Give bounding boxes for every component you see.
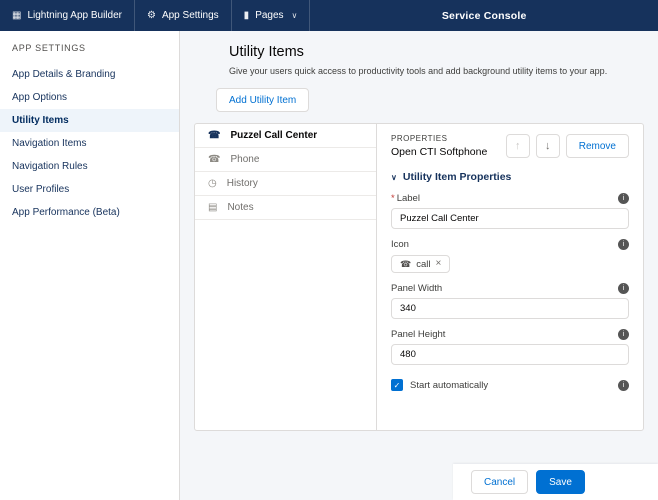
app-settings-sidebar: APP SETTINGS App Details & Branding App … xyxy=(0,31,180,500)
utility-items-title: Utility Items xyxy=(229,44,648,60)
sidebar-item-navigation-rules[interactable]: Navigation Rules xyxy=(0,155,179,178)
nav-app-settings[interactable]: ⚙ App Settings xyxy=(135,0,232,31)
sidebar-item-app-details-branding[interactable]: App Details & Branding xyxy=(0,63,179,86)
info-icon[interactable]: i xyxy=(618,283,629,294)
utility-item-list: ☎ Puzzel Call Center ☎ Phone ◷ History ▤… xyxy=(195,124,377,430)
panel-height-label-row: Panel Height i xyxy=(391,329,629,340)
gear-icon: ⚙ xyxy=(147,11,156,21)
start-automatically-checkbox[interactable]: ✓ xyxy=(391,379,403,391)
panel-height-input[interactable] xyxy=(391,344,629,365)
section-title: Utility Item Properties xyxy=(403,171,512,183)
icon-field-label: Icon xyxy=(391,239,409,250)
label-field-label-row: * Label i xyxy=(391,193,629,204)
arrow-up-icon: ↑ xyxy=(515,140,521,152)
sidebar-item-navigation-items[interactable]: Navigation Items xyxy=(0,132,179,155)
icon-field-label-row: Icon i xyxy=(391,239,629,250)
remove-button[interactable]: Remove xyxy=(566,134,629,158)
info-icon[interactable]: i xyxy=(618,380,629,391)
app-builder-home[interactable]: ▦ Lightning App Builder xyxy=(0,0,135,31)
sidebar-item-user-profiles[interactable]: User Profiles xyxy=(0,178,179,201)
sidebar-item-app-performance[interactable]: App Performance (Beta) xyxy=(0,201,179,224)
start-automatically-label: Start automatically xyxy=(410,380,488,391)
panel-width-input[interactable] xyxy=(391,298,629,319)
chevron-down-icon: ∨ xyxy=(391,173,397,182)
nav-app-settings-label: App Settings xyxy=(162,10,219,21)
top-navbar: ▦ Lightning App Builder ⚙ App Settings ▮… xyxy=(0,0,658,31)
icon-pill-label: call xyxy=(416,259,430,270)
page-header: Utility Items Give your users quick acce… xyxy=(180,31,658,76)
utility-item-puzzel-call-center[interactable]: ☎ Puzzel Call Center xyxy=(195,124,376,148)
save-button[interactable]: Save xyxy=(536,470,585,494)
sidebar-item-utility-items[interactable]: Utility Items xyxy=(0,109,179,132)
properties-titles: PROPERTIES Open CTI Softphone xyxy=(391,134,487,158)
nav-pages-label: Pages xyxy=(255,10,283,21)
arrow-down-icon: ↓ xyxy=(545,140,551,152)
move-down-button[interactable]: ↓ xyxy=(536,134,560,158)
move-up-button[interactable]: ↑ xyxy=(506,134,530,158)
label-input[interactable] xyxy=(391,208,629,229)
call-icon: ☎ xyxy=(208,131,220,141)
info-icon[interactable]: i xyxy=(618,329,629,340)
sidebar-item-app-options[interactable]: App Options xyxy=(0,86,179,109)
nav-pages-dropdown[interactable]: ▮ Pages ∨ xyxy=(232,0,311,31)
chevron-down-icon: ∨ xyxy=(292,11,298,20)
add-utility-item-button[interactable]: Add Utility Item xyxy=(216,88,309,112)
panel-height-field-group: Panel Height i xyxy=(391,329,629,365)
call-icon: ☎ xyxy=(400,259,411,270)
required-asterisk: * xyxy=(391,193,395,204)
icon-field-group: Icon i ☎ call × xyxy=(391,239,629,273)
properties-actions: ↑ ↓ Remove xyxy=(506,134,629,158)
panel-width-field-group: Panel Width i xyxy=(391,283,629,319)
label-field-label: Label xyxy=(397,193,420,204)
label-field-group: * Label i xyxy=(391,193,629,229)
sidebar-heading: APP SETTINGS xyxy=(0,31,179,63)
pages-icon: ▮ xyxy=(244,11,250,21)
start-automatically-row: ✓ Start automatically i xyxy=(391,379,629,391)
app-builder-title: Lightning App Builder xyxy=(27,10,122,21)
cancel-button[interactable]: Cancel xyxy=(471,470,528,494)
info-icon[interactable]: i xyxy=(618,193,629,204)
utility-item-notes[interactable]: ▤ Notes xyxy=(195,196,376,220)
icon-pill[interactable]: ☎ call × xyxy=(391,255,450,273)
utility-item-properties-section-toggle[interactable]: ∨ Utility Item Properties xyxy=(391,171,629,183)
navbar-center: Service Console xyxy=(310,0,658,31)
remove-icon-button[interactable]: × xyxy=(435,259,441,269)
call-icon: ☎ xyxy=(208,155,220,165)
utility-item-label: Notes xyxy=(227,202,253,213)
utility-item-label: Phone xyxy=(230,154,259,165)
utility-item-history[interactable]: ◷ History xyxy=(195,172,376,196)
properties-eyebrow: PROPERTIES xyxy=(391,134,487,143)
utility-item-phone[interactable]: ☎ Phone xyxy=(195,148,376,172)
page-title: Service Console xyxy=(442,10,527,22)
utility-items-card: ☎ Puzzel Call Center ☎ Phone ◷ History ▤… xyxy=(194,123,644,431)
info-icon[interactable]: i xyxy=(618,239,629,250)
properties-type: Open CTI Softphone xyxy=(391,146,487,158)
utility-items-description: Give your users quick access to producti… xyxy=(229,66,648,76)
panel-width-label: Panel Width xyxy=(391,283,442,294)
properties-header: PROPERTIES Open CTI Softphone ↑ ↓ Remove xyxy=(391,134,629,158)
properties-panel: PROPERTIES Open CTI Softphone ↑ ↓ Remove… xyxy=(377,124,643,430)
save-bar: Cancel Save xyxy=(453,464,658,500)
utility-item-label: History xyxy=(227,178,258,189)
app-builder-icon: ▦ xyxy=(12,11,21,21)
clock-icon: ◷ xyxy=(208,179,217,189)
utility-item-label: Puzzel Call Center xyxy=(230,130,317,141)
panel-height-label: Panel Height xyxy=(391,329,445,340)
note-icon: ▤ xyxy=(208,203,217,213)
panel-width-label-row: Panel Width i xyxy=(391,283,629,294)
utility-items-page: Utility Items Give your users quick acce… xyxy=(180,31,658,500)
